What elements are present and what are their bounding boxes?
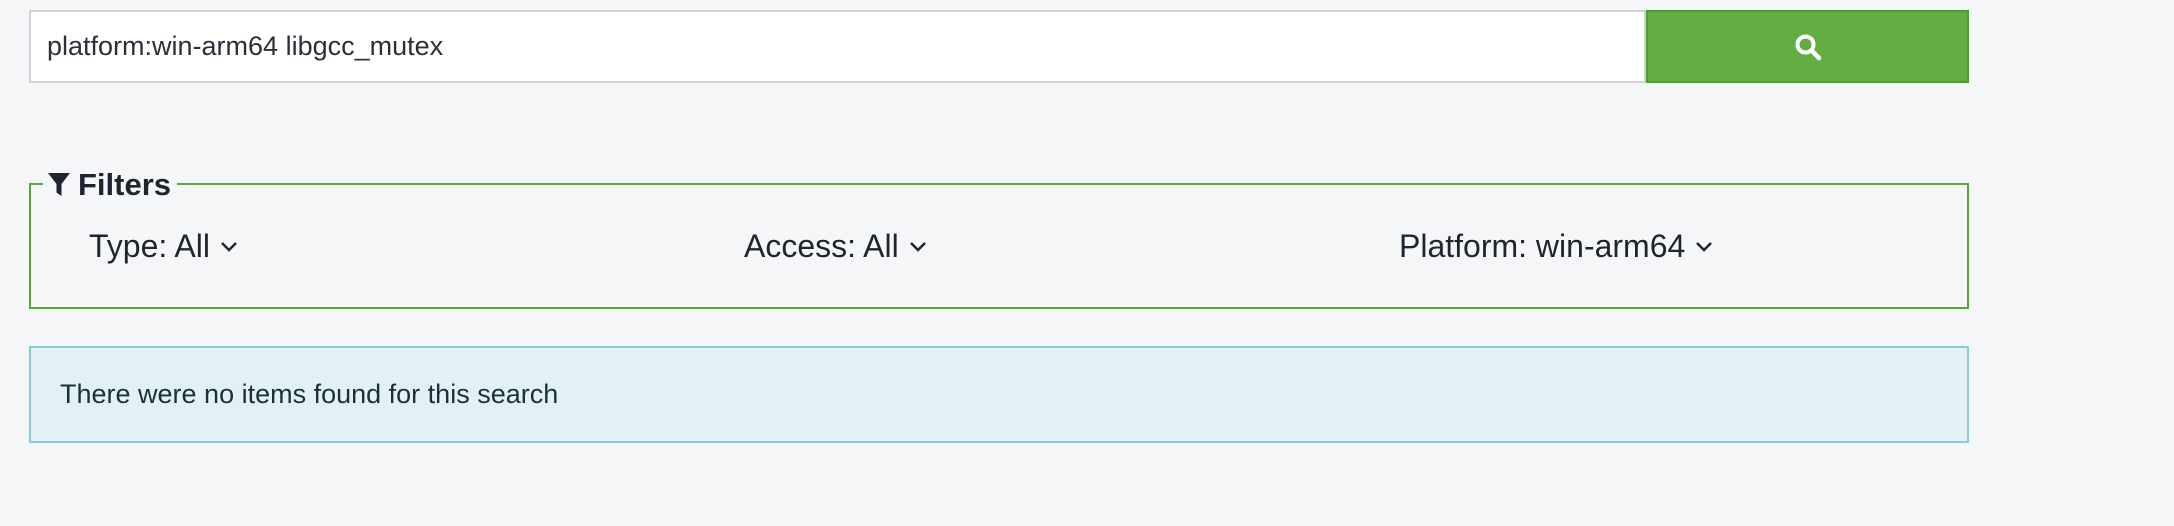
filter-icon	[48, 173, 70, 196]
search-bar	[29, 10, 1969, 83]
search-input[interactable]	[29, 10, 1646, 83]
filter-platform-label: Platform: win-arm64	[1399, 228, 1686, 264]
filters-legend: Filters	[43, 167, 178, 203]
filter-platform-dropdown[interactable]: Platform: win-arm64	[1399, 228, 1713, 265]
filter-access-dropdown[interactable]: Access: All	[744, 228, 927, 265]
chevron-down-icon	[221, 241, 237, 252]
filters-title: Filters	[78, 167, 172, 202]
chevron-down-icon	[909, 241, 926, 252]
chevron-down-icon	[1696, 241, 1713, 252]
filter-type-dropdown[interactable]: Type: All	[89, 228, 238, 265]
filter-access-label: Access: All	[744, 228, 899, 264]
search-icon	[1795, 34, 1821, 60]
no-results-text: There were no items found for this searc…	[60, 379, 559, 409]
no-results-notice: There were no items found for this searc…	[29, 346, 1969, 443]
filters-panel: Filters Type: All Access: All Platform: …	[29, 167, 1969, 310]
search-button[interactable]	[1646, 10, 1969, 83]
filter-type-label: Type: All	[89, 228, 210, 264]
